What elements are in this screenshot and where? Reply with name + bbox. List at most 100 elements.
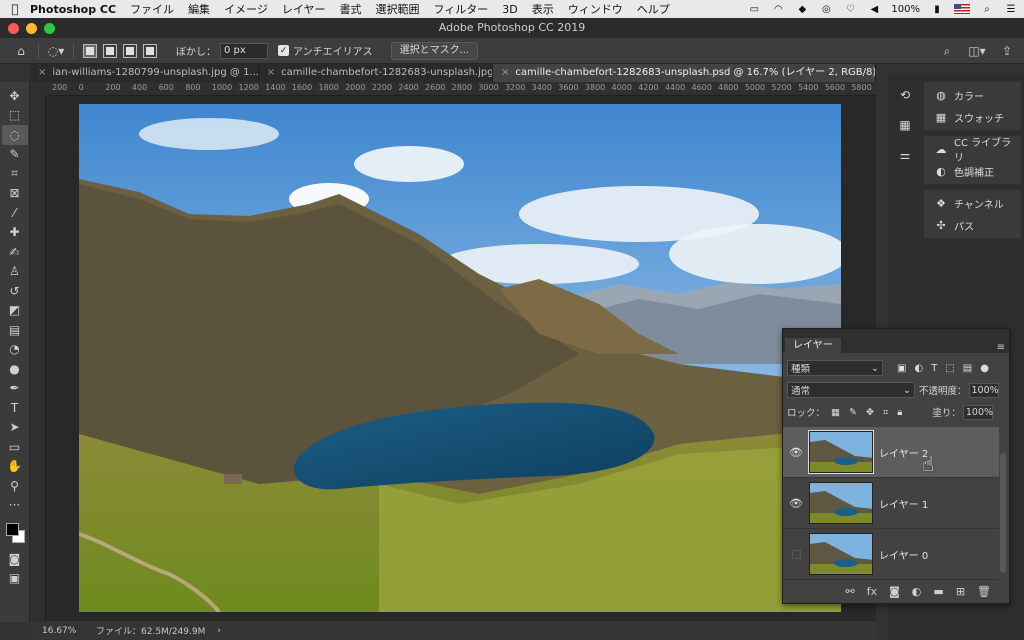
rectangle-tool-icon[interactable]: ▭ (2, 437, 28, 457)
tab-ian-williams[interactable]: × ian-williams-1280799-unsplash.jpg @ 1..… (30, 64, 259, 82)
gradient-tool-icon[interactable]: ▤ (2, 320, 28, 340)
properties-panel-icon[interactable]: ▦ (893, 114, 917, 136)
shape-filter-icon[interactable]: ⬚ (945, 363, 954, 374)
new-adjustment-icon[interactable]: ◐ (912, 585, 922, 598)
volume-icon[interactable]: ◀ (867, 4, 881, 15)
blend-mode-select[interactable]: 通常 ⌄ (787, 382, 915, 398)
menu-help[interactable]: ヘルプ (637, 1, 670, 17)
antialias-checkbox[interactable]: ✓ (278, 45, 289, 56)
search-icon[interactable]: ⌕ (936, 42, 958, 60)
hand-tool-icon[interactable]: ✋ (2, 457, 28, 477)
lasso-tool-preset-icon[interactable]: ◌▾ (45, 42, 67, 60)
type-tool-icon[interactable]: T (2, 398, 28, 418)
share-icon[interactable]: ⇪ (996, 42, 1018, 60)
paths-panel-item[interactable]: ✣ パス (924, 214, 1021, 236)
layer-row[interactable]: 👁︎ レイヤー 1 (783, 478, 999, 529)
color-panel-item[interactable]: ◍ カラー (924, 84, 1021, 106)
select-and-mask-button[interactable]: 選択とマスク... (390, 41, 479, 60)
menu-view[interactable]: 表示 (532, 1, 554, 17)
new-group-icon[interactable]: ▬ (933, 585, 943, 598)
healing-brush-tool-icon[interactable]: ✚ (2, 223, 28, 243)
eye-icon[interactable]: 👁︎ (783, 446, 809, 459)
home-icon[interactable]: ⌂ (10, 42, 32, 60)
lock-position-icon[interactable]: ✥ (866, 407, 874, 418)
menu-type[interactable]: 書式 (340, 1, 362, 17)
history-panel-icon[interactable]: ⟲ (893, 84, 917, 106)
channels-panel-item[interactable]: ❖ チャンネル (924, 192, 1021, 214)
app-menu[interactable]: Photoshop CC (30, 3, 116, 16)
opacity-input[interactable]: 100% (968, 382, 999, 398)
pen-tool-icon[interactable]: ✒ (2, 379, 28, 399)
lock-all-icon[interactable]: 🔒︎ (897, 407, 902, 418)
panel-grip[interactable] (783, 329, 1009, 337)
menu-layer[interactable]: レイヤー (282, 1, 326, 17)
tab-camille-psd[interactable]: × camille-chambefort-1282683-unsplash.psd… (493, 64, 876, 82)
new-selection-mode[interactable] (83, 43, 97, 58)
quick-selection-tool-icon[interactable]: ✎ (2, 145, 28, 165)
minimize-window-button[interactable] (26, 23, 37, 34)
delete-layer-icon[interactable]: 🗑︎ (977, 585, 991, 598)
close-tab-icon[interactable]: × (501, 67, 509, 78)
screen-mirror-icon[interactable]: ▭ (747, 4, 761, 15)
add-mask-icon[interactable]: ◙ (889, 585, 900, 598)
menu-window[interactable]: ウィンドウ (568, 1, 623, 17)
lock-transparency-icon[interactable]: ▦ (831, 407, 840, 418)
blur-tool-icon[interactable]: ◔ (2, 340, 28, 360)
fill-input[interactable]: 100% (962, 404, 993, 420)
quick-mask-icon[interactable]: ◙ (2, 549, 28, 569)
layer-filter-select[interactable]: 種類 ⌄ (787, 360, 883, 376)
layer-name[interactable]: レイヤー 2 (879, 445, 928, 460)
layer-name[interactable]: レイヤー 1 (879, 496, 928, 511)
adjustment-filter-icon[interactable]: ◐ (914, 363, 923, 374)
status-menu-arrow[interactable]: › (217, 626, 221, 636)
lock-pixels-icon[interactable]: ✎ (849, 407, 857, 418)
move-tool-icon[interactable]: ✥ (2, 86, 28, 106)
more-tools-icon[interactable]: ··· (2, 496, 28, 516)
adjustments-panel-icon[interactable]: ⚌ (893, 144, 917, 166)
eyedropper-tool-icon[interactable]: ⁄ (2, 203, 28, 223)
heart-icon[interactable]: ♡ (843, 4, 857, 15)
dropbox-icon[interactable]: ◆ (795, 4, 809, 15)
layer-row[interactable]: 👁︎ レイヤー 2 (783, 427, 999, 478)
pixel-filter-icon[interactable]: ▣ (897, 363, 906, 374)
intersect-selection-mode[interactable] (143, 43, 157, 58)
creative-cloud-icon[interactable]: ◎ (819, 4, 833, 15)
panel-menu-icon[interactable]: ≡ (997, 342, 1005, 353)
swatches-panel-item[interactable]: ▦ スウォッチ (924, 106, 1021, 128)
frame-tool-icon[interactable]: ⊠ (2, 184, 28, 204)
zoom-window-button[interactable] (44, 23, 55, 34)
path-selection-tool-icon[interactable]: ➤ (2, 418, 28, 438)
filter-toggle-icon[interactable]: ● (980, 363, 989, 374)
screen-mode-icon[interactable]: ▣ (2, 569, 28, 589)
smart-object-filter-icon[interactable]: ▤ (963, 363, 972, 374)
layer-name[interactable]: レイヤー 0 (879, 547, 928, 562)
marquee-tool-icon[interactable]: ⬚ (2, 106, 28, 126)
notification-center-icon[interactable]: ☰ (1004, 4, 1018, 15)
subtract-selection-mode[interactable] (123, 43, 137, 58)
zoom-tool-icon[interactable]: ⚲ (2, 476, 28, 496)
layers-scrollbar[interactable] (1000, 453, 1006, 573)
libraries-panel-item[interactable]: ☁ CC ライブラリ (924, 138, 1021, 164)
feather-input[interactable]: 0 px (220, 42, 268, 59)
eye-hidden-icon[interactable] (783, 549, 809, 559)
new-layer-icon[interactable]: ⊞ (956, 585, 965, 598)
apple-icon[interactable]:  (0, 2, 30, 16)
tab-camille-jpg[interactable]: × camille-chambefort-1282683-unsplash.jpg (259, 64, 494, 82)
spotlight-icon[interactable]: ⌕ (980, 4, 994, 15)
add-selection-mode[interactable] (103, 43, 117, 58)
canvas-area[interactable] (46, 96, 876, 621)
close-window-button[interactable] (8, 23, 19, 34)
layer-row[interactable]: レイヤー 0 (783, 529, 999, 580)
lasso-tool-icon[interactable]: ◌ (1, 125, 28, 145)
fx-icon[interactable]: fx (867, 585, 877, 598)
link-layers-icon[interactable]: ⚯ (846, 585, 855, 598)
menu-3d[interactable]: 3D (502, 3, 517, 16)
lock-artboard-icon[interactable]: ⌗ (883, 407, 888, 418)
menu-select[interactable]: 選択範囲 (376, 1, 420, 17)
workspace-icon[interactable]: ◫▾ (966, 42, 988, 60)
menu-filter[interactable]: フィルター (434, 1, 489, 17)
history-brush-tool-icon[interactable]: ↺ (2, 281, 28, 301)
zoom-level[interactable]: 16.67% (30, 625, 76, 636)
landscape-image[interactable] (79, 104, 841, 612)
eye-icon[interactable]: 👁︎ (783, 497, 809, 510)
